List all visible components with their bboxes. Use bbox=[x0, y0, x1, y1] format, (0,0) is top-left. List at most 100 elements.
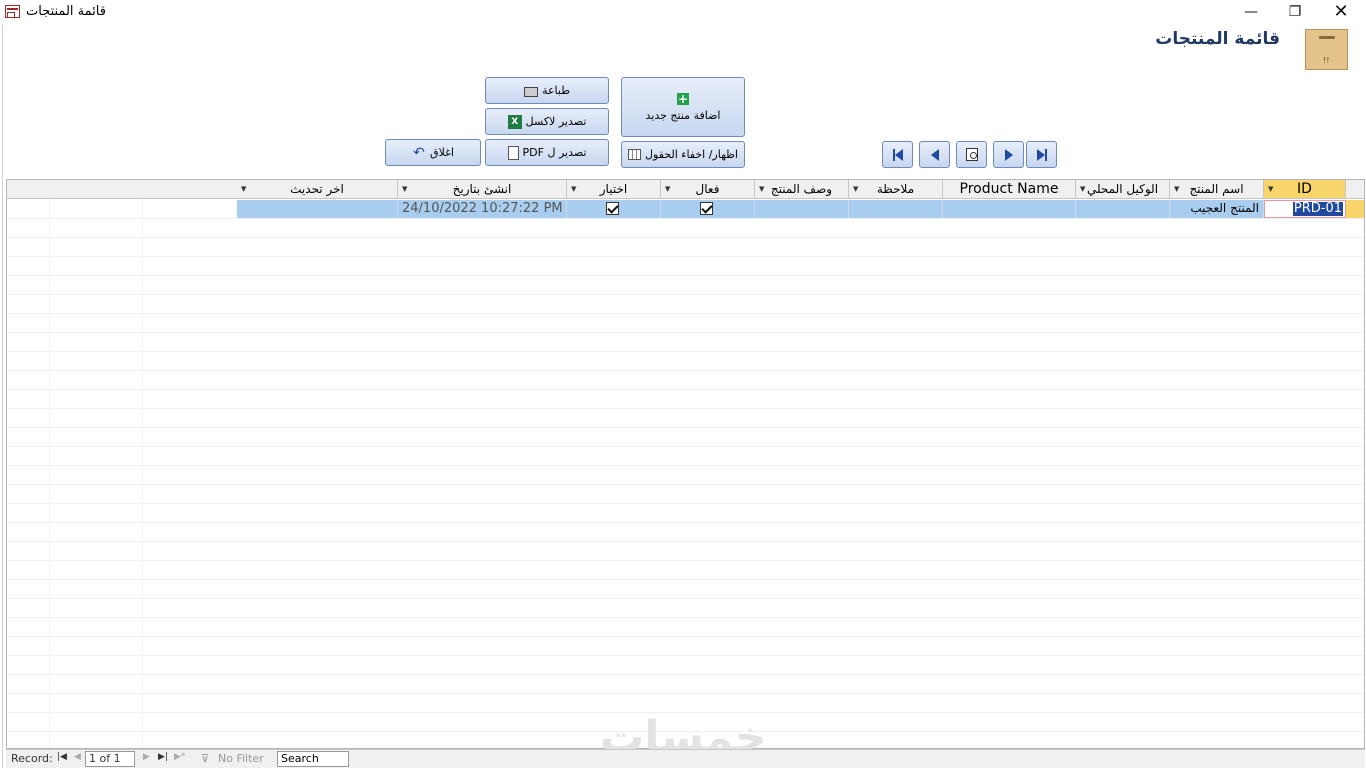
chevron-down-icon[interactable]: ▼ bbox=[1268, 180, 1273, 198]
print-button[interactable]: طباعة bbox=[485, 77, 609, 104]
cell-updated[interactable] bbox=[237, 200, 398, 218]
last-record-nav-icon[interactable]: ▶| bbox=[158, 752, 168, 762]
prev-record-nav-icon[interactable]: ◀ bbox=[74, 752, 81, 762]
grid-line bbox=[7, 275, 1364, 276]
last-arrow bbox=[1036, 148, 1045, 161]
toggle-fields-label: اظهار/ اخفاء الحقول bbox=[645, 148, 738, 161]
search-input[interactable]: Search bbox=[277, 751, 349, 767]
chevron-down-icon[interactable]: ▼ bbox=[665, 180, 670, 198]
cell-description[interactable] bbox=[755, 200, 849, 218]
next-record-button[interactable] bbox=[993, 141, 1024, 168]
grid-line bbox=[7, 256, 1364, 257]
chevron-down-icon[interactable]: ▼ bbox=[402, 180, 407, 198]
column-header-selected[interactable]: ▼ اختيار bbox=[567, 180, 661, 199]
grid-line bbox=[7, 484, 1364, 485]
print-button-label: طباعة bbox=[542, 84, 570, 97]
chevron-down-icon[interactable]: ▼ bbox=[571, 180, 576, 198]
cell-agent[interactable] bbox=[1076, 200, 1170, 218]
new-record-nav-icon[interactable]: ▶* bbox=[174, 752, 185, 762]
column-header-label: انشئ بتاريخ bbox=[452, 182, 512, 196]
column-header-label: اختيار bbox=[599, 182, 628, 196]
record-label: Record: bbox=[11, 752, 53, 765]
minimize-button[interactable]: — bbox=[1228, 0, 1274, 25]
export-excel-button[interactable]: تصدير لاكسل X bbox=[485, 108, 609, 135]
record-selector[interactable] bbox=[1346, 200, 1364, 218]
chevron-down-icon[interactable]: ▼ bbox=[1174, 180, 1179, 198]
column-header-note[interactable]: ▼ ملاحظة bbox=[849, 180, 943, 199]
cell-name[interactable]: المنتج العجيب bbox=[1170, 200, 1264, 218]
grid-line bbox=[142, 180, 143, 748]
grid-line bbox=[7, 237, 1364, 238]
find-record-button[interactable] bbox=[956, 141, 987, 168]
record-number-input[interactable]: 1 of 1 bbox=[85, 751, 135, 767]
first-record-button[interactable] bbox=[882, 141, 913, 168]
grid-line bbox=[7, 503, 1364, 504]
restore-button[interactable]: ❐ bbox=[1272, 0, 1318, 25]
grid-line bbox=[7, 370, 1364, 371]
window-titlebar: قائمة المنتجات — ❐ ✕ bbox=[0, 0, 1366, 25]
export-pdf-label: تصدير ل PDF bbox=[522, 146, 587, 159]
grid-line bbox=[7, 522, 1364, 523]
grid-line bbox=[7, 693, 1364, 694]
cell-product-name[interactable] bbox=[943, 200, 1076, 218]
column-header-product-name[interactable]: Product Name bbox=[943, 180, 1076, 199]
column-header-id[interactable]: ▼ ID bbox=[1264, 180, 1346, 199]
column-header-agent[interactable]: ▼ الوكيل المحلي bbox=[1076, 180, 1170, 199]
cell-note[interactable] bbox=[849, 200, 943, 218]
grid-line bbox=[7, 332, 1364, 333]
grid-line bbox=[7, 218, 1364, 219]
close-form-button[interactable]: اغلاق ↶ bbox=[385, 139, 481, 166]
chevron-down-icon[interactable]: ▼ bbox=[853, 180, 858, 198]
column-header-label: اسم المنتج bbox=[1189, 182, 1244, 196]
grid-line bbox=[7, 560, 1364, 561]
column-header-active[interactable]: ▼ فعال bbox=[661, 180, 755, 199]
first-record-nav-icon[interactable]: |◀ bbox=[57, 752, 67, 762]
column-header-label: ملاحظة bbox=[876, 182, 915, 196]
grid-line bbox=[7, 636, 1364, 637]
form-header-title: قائمة المنتجات bbox=[1155, 29, 1280, 49]
plus-icon: + bbox=[677, 91, 689, 106]
selected-checkbox[interactable] bbox=[606, 202, 619, 215]
column-header-label: ID bbox=[1297, 181, 1312, 197]
add-product-button[interactable]: + اضافة منتج جديد bbox=[621, 77, 745, 137]
grid-line bbox=[7, 655, 1364, 656]
cell-id[interactable]: PRD-01 bbox=[1264, 200, 1346, 218]
add-product-label: اضافة منتج جديد bbox=[645, 108, 721, 122]
next-record-nav-icon[interactable]: ▶ bbox=[143, 752, 150, 762]
grid-line bbox=[7, 389, 1364, 390]
grid-line bbox=[7, 351, 1364, 352]
last-record-button[interactable] bbox=[1026, 141, 1057, 168]
column-header-updated[interactable]: ▼ اخر تحديث bbox=[237, 180, 398, 199]
grid-line bbox=[7, 313, 1364, 314]
active-checkbox[interactable] bbox=[700, 202, 713, 215]
table-grid-icon bbox=[628, 149, 642, 160]
filter-status[interactable]: No Filter bbox=[218, 752, 264, 765]
cell-created[interactable]: 24/10/2022 10:27:22 PM bbox=[398, 200, 567, 218]
column-header-label: اخر تحديث bbox=[290, 182, 344, 196]
chevron-down-icon[interactable]: ▼ bbox=[759, 180, 764, 198]
grid-line bbox=[7, 408, 1364, 409]
grid-line bbox=[7, 465, 1364, 466]
previous-record-button[interactable] bbox=[919, 141, 950, 168]
magnifier-icon bbox=[965, 148, 978, 161]
column-header-name[interactable]: ▼ اسم المنتج bbox=[1170, 180, 1264, 199]
grid-blank-header bbox=[7, 180, 237, 199]
chevron-down-icon[interactable]: ▼ bbox=[1080, 180, 1085, 198]
column-header-label: وصف المنتج bbox=[770, 182, 833, 196]
export-pdf-button[interactable]: تصدير ل PDF bbox=[485, 139, 609, 166]
column-header-created[interactable]: ▼ انشئ بتاريخ bbox=[398, 180, 567, 199]
column-header-label: Product Name bbox=[959, 181, 1059, 197]
datasheet-grid[interactable]: ▼ اخر تحديث ▼ انشئ بتاريخ ▼ اختيار ▼ فعال ▼ و… bbox=[6, 179, 1365, 749]
grid-line bbox=[7, 598, 1364, 599]
last-record-icon bbox=[1044, 148, 1047, 161]
filter-icon[interactable]: ⊽ bbox=[201, 752, 209, 765]
close-window-button[interactable]: ✕ bbox=[1318, 0, 1364, 25]
column-header-description[interactable]: ▼ وصف المنتج bbox=[755, 180, 849, 199]
id-value[interactable]: PRD-01 bbox=[1292, 202, 1343, 216]
select-all-corner[interactable] bbox=[1346, 180, 1364, 199]
chevron-down-icon[interactable]: ▼ bbox=[241, 180, 246, 198]
next-record-icon bbox=[1004, 148, 1013, 161]
form-icon bbox=[5, 5, 20, 18]
column-header-label: الوكيل المحلي bbox=[1086, 182, 1159, 196]
toggle-fields-button[interactable]: اظهار/ اخفاء الحقول bbox=[621, 141, 745, 168]
